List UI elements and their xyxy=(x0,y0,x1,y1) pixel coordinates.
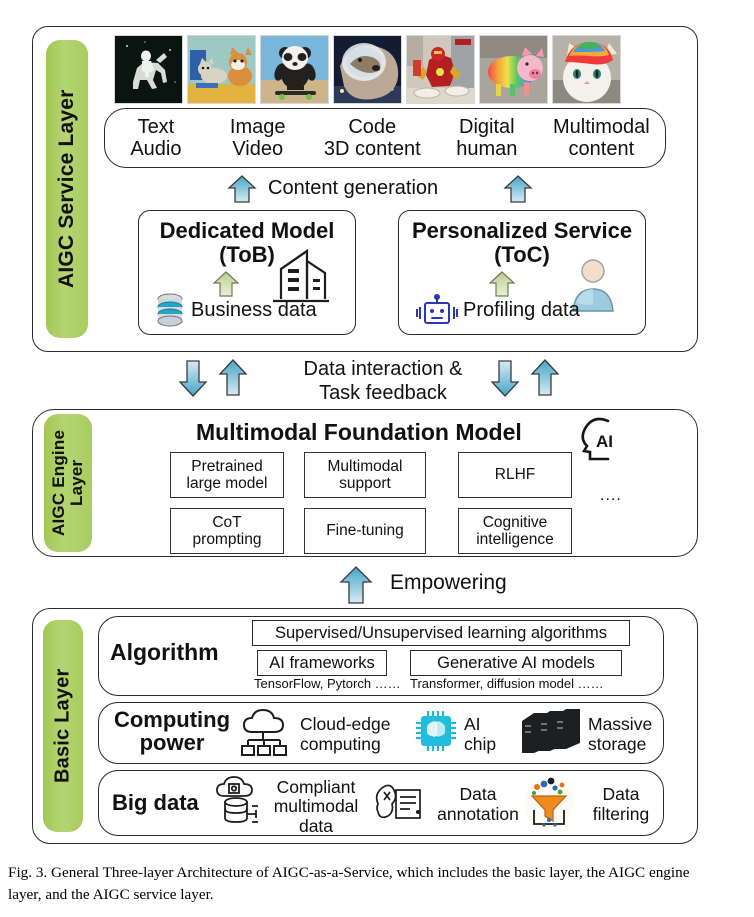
output-column: Digital human xyxy=(436,116,538,161)
output-column: Text Audio xyxy=(105,116,207,161)
robot-icon xyxy=(415,294,459,327)
ai-head-icon: AI xyxy=(572,415,618,461)
content-generation-label: Content generation xyxy=(268,177,439,199)
engine-box-pretrained-large-model: Pretrained large model xyxy=(170,452,284,498)
personalized-service-card: Personalized Service (ToC) Profiling dat… xyxy=(398,210,646,335)
task-feedback-up-arrow-right xyxy=(530,358,560,398)
thumbnail-cat-and-corgi-painting xyxy=(187,35,256,104)
big-data-title: Big data xyxy=(112,790,199,815)
engine-box-fine-tuning: Fine-tuning xyxy=(304,508,426,554)
thumbnail-dog-in-space-helmet xyxy=(333,35,402,104)
thumbnail-iron-man-cooking xyxy=(406,35,475,104)
basic-layer-label: Basic Layer xyxy=(43,620,83,832)
cloud-edge-icon xyxy=(238,708,298,758)
server-rack-icon xyxy=(518,707,586,755)
output-top-label: Code xyxy=(348,115,397,138)
empowering-up-arrow xyxy=(339,565,373,605)
algorithm-box-generative-ai-models: Generative AI models xyxy=(410,650,622,676)
engine-layer-label: AIGC Engine Layer xyxy=(44,414,92,552)
figure-caption: Fig. 3. General Three-layer Architecture… xyxy=(8,864,690,903)
computing-power-title: Computing power xyxy=(113,707,231,756)
green-up-arrow xyxy=(487,269,517,299)
cloud-edge-label: Cloud-edge computing xyxy=(300,714,391,755)
algorithm-box-ai-frameworks: AI frameworks xyxy=(257,650,387,676)
engine-box-rlhf: RLHF xyxy=(458,452,572,498)
profiling-data-label: Profiling data xyxy=(463,299,580,321)
output-bottom-label: Video xyxy=(232,138,284,160)
output-column: Image Video xyxy=(207,116,309,161)
engine-box-cognitive-intelligence: Cognitive intelligence xyxy=(458,508,572,554)
output-top-label: Digital xyxy=(459,115,515,138)
cloud-database-icon xyxy=(212,776,264,830)
business-data-label: Business data xyxy=(191,299,317,321)
output-bottom-label: human xyxy=(456,138,518,160)
ai-chip-icon xyxy=(412,707,460,755)
engine-box-cot-prompting: CoT prompting xyxy=(170,508,284,554)
data-interaction-down-arrow-right xyxy=(490,358,520,398)
thumbnail-strip xyxy=(114,35,621,104)
engine-box-multimodal-support: Multimodal support xyxy=(304,452,426,498)
thumbnail-panda-on-skateboard xyxy=(260,35,329,104)
output-bottom-label: 3D content xyxy=(323,138,421,160)
algorithm-title: Algorithm xyxy=(110,639,219,665)
algorithm-wide-box: Supervised/Unsupervised learning algorit… xyxy=(252,620,630,646)
engine-ellipsis: .... xyxy=(600,487,622,504)
compliant-multimodal-data-label: Compliant multimodal data xyxy=(273,777,359,836)
algorithm-footnote-models: Transformer, diffusion model …… xyxy=(410,676,604,691)
output-top-label: Image xyxy=(229,115,286,138)
engine-layer-title: Multimodal Foundation Model xyxy=(196,419,522,445)
output-column: Code 3D content xyxy=(309,116,436,161)
funnel-filter-icon xyxy=(522,776,576,830)
green-up-arrow xyxy=(211,269,241,299)
dedicated-model-card: Dedicated Model (ToB) Business data xyxy=(138,210,356,335)
output-bottom-label: content xyxy=(568,138,635,160)
service-layer-label: AIGC Service Layer xyxy=(46,40,88,338)
database-icon xyxy=(155,293,185,329)
task-feedback-up-arrow-left xyxy=(218,358,248,398)
output-modalities-pill: Text Audio Image Video Code 3D content D… xyxy=(104,108,666,168)
figure-aigc-architecture: AIGC Service Layer Text Audio Image Vide… xyxy=(0,0,754,917)
thumbnail-astronaut-riding-horse xyxy=(114,35,183,104)
content-generation-arrow-right xyxy=(503,174,533,204)
output-top-label: Text xyxy=(137,115,175,138)
output-bottom-label: Audio xyxy=(130,138,182,160)
thumbnail-rainbow-hair-cat xyxy=(552,35,621,104)
data-annotation-label: Data annotation xyxy=(437,784,519,825)
data-interaction-label: Data interaction & Task feedback xyxy=(303,358,463,404)
thumbnail-rainbow-striped-pig xyxy=(479,35,548,104)
office-building-icon xyxy=(267,243,333,305)
empowering-label: Empowering xyxy=(390,571,507,594)
output-top-label: Multimodal xyxy=(552,115,650,138)
ai-badge-text: AI xyxy=(596,432,613,451)
annotation-icon xyxy=(372,782,426,828)
data-interaction-down-arrow-left xyxy=(178,358,208,398)
output-column: Multimodal content xyxy=(538,116,665,161)
data-filtering-label: Data filtering xyxy=(592,784,650,825)
ai-chip-label: AI chip xyxy=(464,714,497,755)
content-generation-arrow-left xyxy=(227,174,257,204)
algorithm-footnote-frameworks: TensorFlow, Pytorch …… xyxy=(254,676,401,691)
massive-storage-label: Massive storage xyxy=(588,714,653,755)
